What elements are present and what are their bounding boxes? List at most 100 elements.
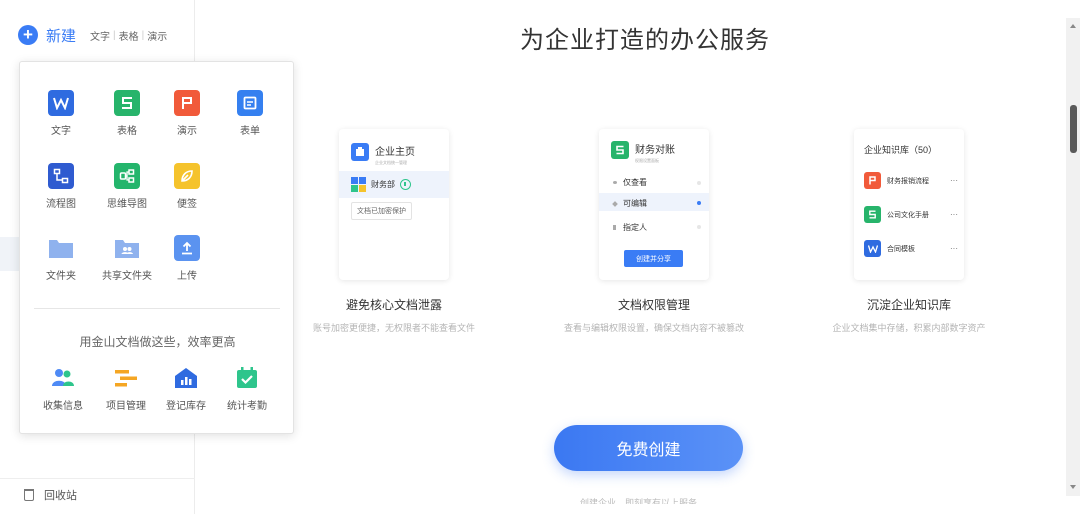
app-project-management[interactable]: 项目管理	[95, 365, 157, 412]
quick-link-slides[interactable]: 演示	[147, 28, 167, 43]
scrollbar-thumb[interactable]	[1070, 105, 1077, 153]
menu-item-label: 便签	[177, 199, 197, 210]
feature-description: 账号加密更便捷，无权限者不能查看文件	[312, 323, 475, 333]
feature-description: 查看与编辑权限设置，确保文档内容不被篡改	[563, 323, 744, 333]
card-header: 财务对账 权限设置面板	[611, 141, 675, 164]
create-and-share-button[interactable]: 创建并分享	[624, 250, 683, 267]
more-icon[interactable]: ···	[950, 176, 958, 185]
flowchart-icon	[48, 163, 74, 189]
card-header-title: 财务对账	[635, 145, 675, 156]
menu-item-shared-folder[interactable]: 共享文件夹	[96, 235, 158, 282]
permission-option-label: 仅查看	[623, 178, 647, 187]
card-header-title: 企业知识库（50）	[864, 145, 938, 155]
menu-item-flowchart[interactable]: 流程图	[30, 163, 92, 210]
app-label: 收集信息	[43, 401, 83, 412]
sidebar-item-label: 回收站	[44, 490, 77, 502]
menu-item-label: 上传	[177, 271, 197, 282]
radio-indicator	[697, 225, 701, 229]
presentation-icon	[864, 172, 881, 189]
menu-item-label: 思维导图	[107, 199, 147, 210]
card-header: 企业主页 企业文档统一管理	[351, 143, 415, 166]
new-dropdown-menu: 文字 表格 演示 表单 流程图 思维导图 便签 文件夹 共享文件夹 上传 用金山…	[19, 61, 294, 434]
app-label: 项目管理	[106, 401, 146, 412]
scroll-down-icon[interactable]	[1070, 485, 1076, 489]
menu-item-label: 表格	[117, 126, 137, 137]
free-create-button[interactable]: 免费创建	[554, 425, 743, 471]
plus-icon[interactable]: +	[18, 25, 38, 45]
app-collect-info[interactable]: 收集信息	[32, 365, 94, 412]
scroll-up-icon[interactable]	[1070, 24, 1076, 28]
divider: |	[113, 29, 116, 41]
permission-option-label: 指定人	[623, 223, 647, 232]
knowledge-file-item[interactable]: 财务报销流程 ···	[864, 172, 958, 189]
person-icon	[613, 225, 616, 230]
page-title: 为企业打造的办公服务	[520, 27, 770, 54]
radio-indicator	[697, 181, 701, 185]
knowledge-file-item[interactable]: 公司文化手册 ···	[864, 206, 958, 223]
more-icon[interactable]: ···	[950, 244, 958, 253]
writer-doc-icon	[48, 90, 74, 116]
menu-item-sheet[interactable]: 表格	[96, 90, 158, 137]
file-name: 合同模板	[887, 245, 915, 253]
attendance-icon	[234, 365, 260, 391]
card-header-subtitle: 权限设置面板	[635, 158, 659, 163]
shield-icon	[400, 179, 411, 190]
more-icon[interactable]: ···	[950, 210, 958, 219]
card-header-title: 企业主页	[375, 147, 415, 158]
divider: |	[141, 29, 145, 41]
trash-icon	[24, 489, 34, 501]
new-row: + 新建 文字 | 表格 | 演示	[18, 24, 167, 46]
form-icon	[237, 90, 263, 116]
divider	[34, 308, 280, 309]
feature-card-permissions: 财务对账 权限设置面板 仅查看 可编辑 指定人 创建并分享	[599, 129, 709, 280]
inventory-icon	[173, 365, 199, 391]
note-icon	[174, 163, 200, 189]
menu-item-slides[interactable]: 演示	[156, 90, 218, 137]
quick-create-links: 文字 | 表格 | 演示	[90, 28, 167, 43]
knowledge-file-item[interactable]: 合同模板 ···	[864, 240, 958, 257]
menu-item-label: 共享文件夹	[102, 271, 152, 282]
collect-info-icon	[50, 365, 76, 391]
encrypted-tag: 文档已加密保护	[351, 202, 412, 220]
project-management-icon	[113, 365, 139, 391]
menu-item-label: 表单	[240, 126, 260, 137]
scrollbar-track[interactable]	[1066, 18, 1080, 496]
spreadsheet-icon	[864, 206, 881, 223]
menu-item-folder[interactable]: 文件夹	[30, 235, 92, 282]
department-label: 财务部	[371, 180, 395, 189]
folder-icon	[48, 235, 74, 261]
shared-folder-icon	[114, 235, 140, 261]
permission-option-specific[interactable]: 指定人	[613, 222, 647, 233]
app-inventory[interactable]: 登记库存	[155, 365, 217, 412]
templates-hint: 用金山文档做这些，效率更高	[79, 335, 236, 349]
permission-option-view[interactable]: 仅查看	[613, 177, 647, 188]
app-label: 统计考勤	[227, 401, 267, 412]
new-button[interactable]: 新建	[46, 25, 76, 46]
writer-doc-icon	[864, 240, 881, 257]
menu-item-form[interactable]: 表单	[219, 90, 281, 137]
sidebar-selected-marker	[0, 237, 19, 271]
menu-item-upload[interactable]: 上传	[156, 235, 218, 282]
sidebar-item-trash[interactable]: 回收站	[24, 487, 77, 503]
feature-title: 文档权限管理	[617, 298, 690, 312]
spreadsheet-icon	[611, 141, 629, 159]
quick-link-writer[interactable]: 文字	[90, 28, 110, 43]
upload-icon	[174, 235, 200, 261]
apps-grid-icon	[351, 177, 366, 192]
menu-item-label: 文件夹	[46, 271, 76, 282]
menu-item-writer[interactable]: 文字	[30, 90, 92, 137]
menu-item-mindmap[interactable]: 思维导图	[96, 163, 158, 210]
app-attendance[interactable]: 统计考勤	[216, 365, 278, 412]
app-label: 登记库存	[166, 401, 206, 412]
feature-title: 沉淀企业知识库	[866, 298, 951, 312]
enterprise-icon	[351, 143, 369, 161]
feature-description: 企业文档集中存储，积累内部数字资产	[832, 323, 986, 333]
divider	[0, 478, 195, 479]
pencil-icon	[612, 200, 618, 207]
menu-item-note[interactable]: 便签	[156, 163, 218, 210]
permission-option-edit[interactable]: 可编辑	[612, 198, 647, 209]
mindmap-icon	[114, 163, 140, 189]
menu-item-label: 流程图	[46, 199, 76, 210]
cta-subtitle: 创建企业，即刻享有以上服务	[580, 498, 698, 504]
quick-link-sheet[interactable]: 表格	[119, 28, 139, 43]
